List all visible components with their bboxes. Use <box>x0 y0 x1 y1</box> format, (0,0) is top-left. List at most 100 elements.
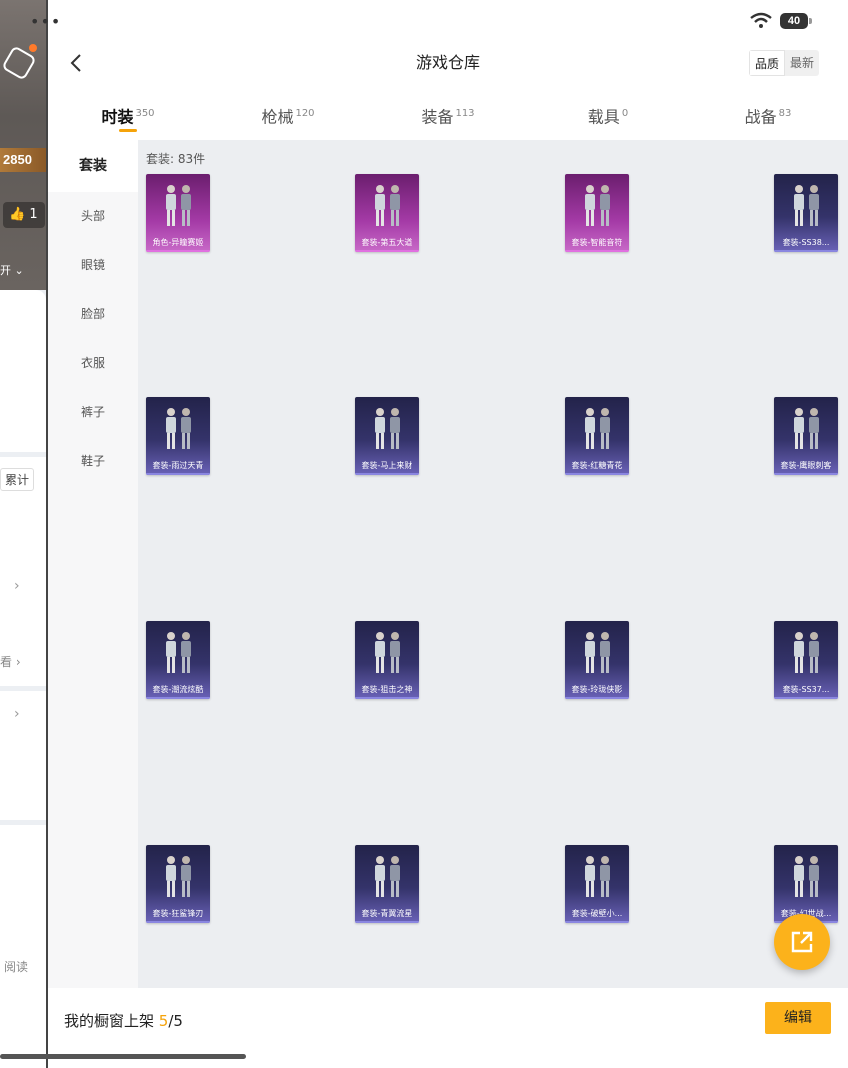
outfit-item[interactable]: 套装-智能音符 <box>565 174 629 252</box>
outfit-name: 套装-SS37... <box>782 685 830 694</box>
rarity-bar <box>355 921 419 923</box>
rarity-bar <box>774 697 838 699</box>
read-label: 阅读 <box>4 960 29 974</box>
tab-label: 装备 <box>421 107 454 127</box>
thumb-up-icon: 👍 <box>9 207 26 222</box>
rarity-bar <box>146 473 210 475</box>
sidebar-item-glasses[interactable]: 眼镜 <box>48 241 138 290</box>
outfit-name: 套装-破壁小... <box>571 909 623 918</box>
wifi-icon <box>750 12 772 28</box>
divider <box>0 686 46 691</box>
chevron-right-icon[interactable]: › <box>14 578 20 594</box>
view-link[interactable]: 看 › <box>0 653 21 670</box>
like-count: 1 <box>29 207 38 222</box>
outfit-item[interactable]: 套装-红糖青花 <box>565 397 629 475</box>
outfit-figure-icon <box>166 632 191 673</box>
sidebar-item-pants[interactable]: 裤子 <box>48 388 138 437</box>
header: 游戏仓库 品质 最新 <box>48 40 848 86</box>
outfit-name: 套装-智能音符 <box>571 238 623 247</box>
rarity-bar <box>146 250 210 252</box>
outfit-name: 套装-青翼流星 <box>361 909 413 918</box>
edit-button[interactable]: 编辑 <box>765 1002 831 1034</box>
sidebar-item-clothes[interactable]: 衣服 <box>48 339 138 388</box>
outfit-item[interactable]: 套装-鹰眼刺客 <box>774 397 838 475</box>
outfit-figure-icon <box>794 185 819 226</box>
category-tabs: 时装 350 枪械 120 装备 113 载具 0 战备 83 <box>48 86 848 140</box>
tab-label: 枪械 <box>261 107 294 127</box>
outfit-item[interactable]: 套装-SS37... <box>774 621 838 699</box>
tab-vehicles[interactable]: 载具 0 <box>528 86 688 140</box>
tab-count: 113 <box>455 108 475 119</box>
sidebar-item-outfit[interactable]: 套装 <box>48 140 138 192</box>
cumulative-tag[interactable]: 累计 <box>0 468 35 491</box>
tab-supplies[interactable]: 战备 83 <box>688 86 848 140</box>
back-arrow-icon[interactable] <box>64 50 90 76</box>
outfit-item[interactable]: 套装-SS38... <box>774 174 838 252</box>
score-badge: 2850 <box>0 148 46 172</box>
more-dots-icon[interactable]: ••• <box>30 12 61 31</box>
rarity-bar <box>565 250 629 252</box>
tab-count: 0 <box>621 108 629 119</box>
outfit-figure-icon <box>794 856 819 897</box>
expand-link[interactable]: 开 ⌄ <box>0 262 24 278</box>
outfit-name: 角色-异瞳赛姬 <box>152 238 204 247</box>
rarity-bar <box>355 250 419 252</box>
rarity-bar <box>774 473 838 475</box>
outfit-figure-icon <box>375 632 400 673</box>
share-icon <box>791 931 813 953</box>
sort-quality-button[interactable]: 品质 <box>749 50 786 76</box>
sidebar-item-head[interactable]: 头部 <box>48 192 138 241</box>
like-button[interactable]: 👍 1 <box>3 202 45 228</box>
tab-count: 120 <box>295 108 315 119</box>
tab-count: 350 <box>135 108 155 119</box>
notification-dot <box>29 44 37 52</box>
tab-guns[interactable]: 枪械 120 <box>208 86 368 140</box>
rarity-bar <box>774 250 838 252</box>
tab-count: 83 <box>778 108 792 119</box>
outfit-item[interactable]: 套装-潮流炫酷 <box>146 621 210 699</box>
outfit-item[interactable]: 套装-玲珑侠影 <box>565 621 629 699</box>
showcase-total: /5 <box>168 1012 183 1030</box>
expand-label: 开 <box>0 264 11 277</box>
outfit-name: 套装-SS38... <box>782 238 830 247</box>
outfit-name: 套装-马上来财 <box>361 461 413 470</box>
divider <box>0 452 46 457</box>
rarity-bar <box>565 921 629 923</box>
outfit-item[interactable]: 套装-雨过天青 <box>146 397 210 475</box>
outfit-item[interactable]: 套装-狂鲨锋刃 <box>146 845 210 923</box>
tab-label: 载具 <box>587 107 620 127</box>
rarity-bar <box>146 697 210 699</box>
outfit-item[interactable]: 套装-狙击之神 <box>355 621 419 699</box>
outfit-figure-icon <box>585 632 610 673</box>
outfit-item[interactable]: 套装-马上来财 <box>355 397 419 475</box>
share-button[interactable] <box>774 914 830 970</box>
outfit-item[interactable]: 套装-幻世战... <box>774 845 838 923</box>
item-count-caption: 套装: 83件 <box>146 152 206 166</box>
sort-toggle: 品质 最新 <box>749 50 820 76</box>
outfit-item[interactable]: 套装-破壁小... <box>565 845 629 923</box>
tab-fashion[interactable]: 时装 350 <box>48 86 208 140</box>
status-bar: ••• 40 <box>30 0 848 40</box>
outfit-name: 套装-鹰眼刺客 <box>780 461 832 470</box>
outfit-figure-icon <box>794 632 819 673</box>
outfit-item[interactable]: 套装-第五大道 <box>355 174 419 252</box>
chevron-down-icon: ⌄ <box>14 264 24 277</box>
outfit-item[interactable]: 角色-异瞳赛姬 <box>146 174 210 252</box>
outfit-figure-icon <box>166 856 191 897</box>
view-label: 看 <box>0 655 13 669</box>
outfit-item[interactable]: 套装-青翼流星 <box>355 845 419 923</box>
showcase-current: 5 <box>158 1012 169 1030</box>
outfit-figure-icon <box>375 856 400 897</box>
outfit-figure-icon <box>794 408 819 449</box>
rarity-bar <box>565 697 629 699</box>
chevron-right-icon[interactable]: › <box>14 706 20 722</box>
tab-equipment[interactable]: 装备 113 <box>368 86 528 140</box>
sidebar: 套装 头部 眼镜 脸部 衣服 裤子 鞋子 <box>48 140 138 988</box>
outfit-name: 套装-雨过天青 <box>152 461 204 470</box>
outfit-figure-icon <box>166 408 191 449</box>
outfit-figure-icon <box>585 856 610 897</box>
home-indicator <box>0 1054 246 1059</box>
sidebar-item-shoes[interactable]: 鞋子 <box>48 437 138 486</box>
sidebar-item-face[interactable]: 脸部 <box>48 290 138 339</box>
sort-newest-button[interactable]: 最新 <box>785 50 819 76</box>
